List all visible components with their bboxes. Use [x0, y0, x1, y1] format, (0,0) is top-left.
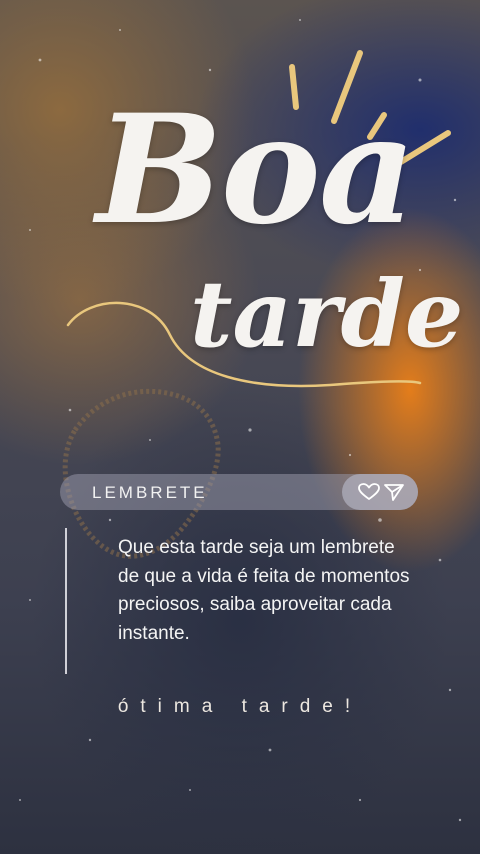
greeting-title-tarde: tarde — [190, 260, 464, 368]
action-icons-pill — [342, 474, 418, 510]
heart-icon[interactable] — [358, 483, 380, 501]
reminder-label-bar: LEMBRETE — [60, 474, 418, 510]
footer-greeting: ótima tarde! — [117, 696, 363, 717]
greeting-card: Boa tarde LEMBRETE Que esta tarde seja u… — [0, 0, 480, 854]
reminder-label: LEMBRETE — [92, 483, 208, 502]
greeting-title-boa: Boa — [96, 82, 416, 258]
reminder-message: Que esta tarde seja um lembrete de que a… — [118, 537, 410, 644]
send-icon[interactable] — [384, 483, 404, 501]
quote-divider-line — [65, 528, 67, 674]
